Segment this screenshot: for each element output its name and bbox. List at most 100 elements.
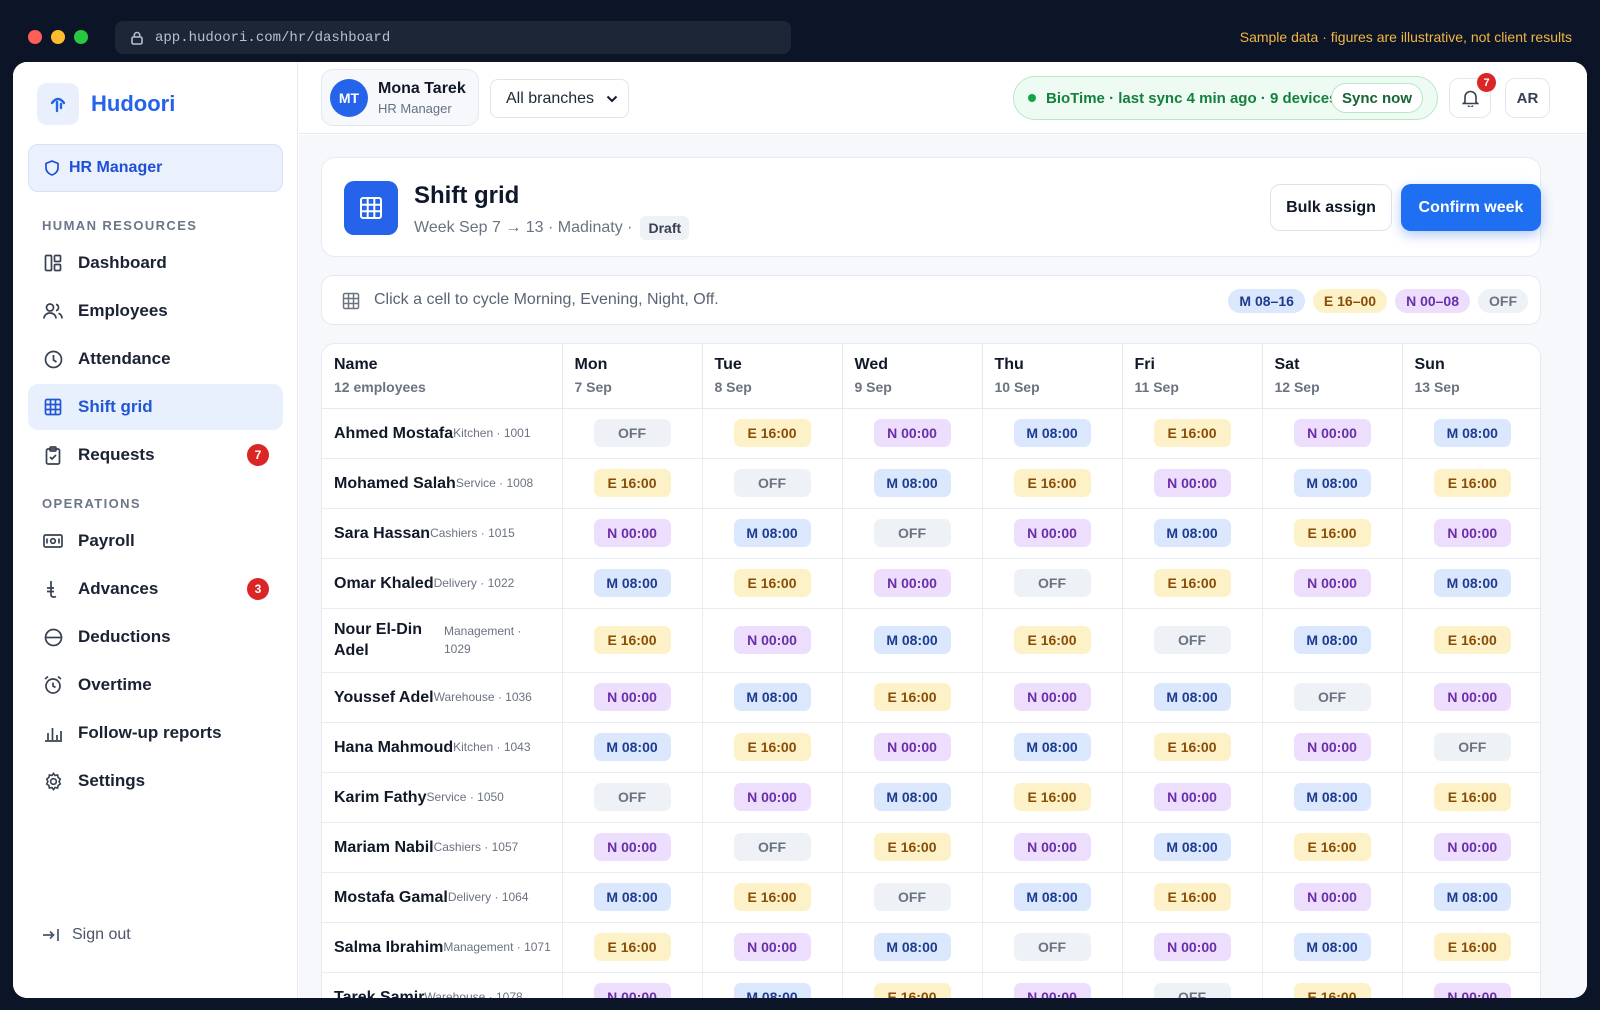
shift-toggle-wed[interactable]: E 16:00 <box>873 983 951 998</box>
shift-toggle-fri[interactable]: M 08:00 <box>1153 833 1231 861</box>
sidebar-item-requests[interactable]: Requests 7 <box>28 432 283 478</box>
shift-toggle-thu[interactable]: E 16:00 <box>1013 626 1091 654</box>
confirm-week-button[interactable]: Confirm week <box>1401 184 1541 231</box>
shift-toggle-sun[interactable]: M 08:00 <box>1433 569 1511 597</box>
sync-now-button[interactable]: Sync now <box>1330 83 1423 113</box>
minimize-window-button[interactable] <box>51 30 65 44</box>
shift-toggle-tue[interactable]: M 08:00 <box>733 519 811 547</box>
shift-toggle-wed[interactable]: N 00:00 <box>873 569 951 597</box>
shift-toggle-mon[interactable]: N 00:00 <box>593 519 671 547</box>
shift-toggle-mon[interactable]: M 08:00 <box>593 569 671 597</box>
shift-toggle-sun[interactable]: M 08:00 <box>1433 883 1511 911</box>
shift-toggle-sun[interactable]: E 16:00 <box>1433 783 1511 811</box>
sidebar-item-deductions[interactable]: Deductions <box>28 614 283 660</box>
shift-toggle-sat[interactable]: N 00:00 <box>1293 419 1371 447</box>
shift-toggle-sat[interactable]: N 00:00 <box>1293 733 1371 761</box>
shift-toggle-sat[interactable]: M 08:00 <box>1293 626 1371 654</box>
shift-toggle-wed[interactable]: OFF <box>873 519 951 547</box>
shift-toggle-fri[interactable]: M 08:00 <box>1153 519 1231 547</box>
shift-toggle-sun[interactable]: E 16:00 <box>1433 933 1511 961</box>
shift-toggle-sun[interactable]: M 08:00 <box>1433 419 1511 447</box>
shift-toggle-mon[interactable]: N 00:00 <box>593 983 671 998</box>
shift-toggle-wed[interactable]: OFF <box>873 883 951 911</box>
branch-select[interactable]: All branches <box>490 79 629 118</box>
sidebar-item-payroll[interactable]: Payroll <box>28 518 283 564</box>
shift-toggle-sun[interactable]: N 00:00 <box>1433 983 1511 998</box>
shift-toggle-fri[interactable]: N 00:00 <box>1153 933 1231 961</box>
shift-toggle-tue[interactable]: OFF <box>733 469 811 497</box>
shift-toggle-fri[interactable]: N 00:00 <box>1153 469 1231 497</box>
shift-toggle-wed[interactable]: M 08:00 <box>873 469 951 497</box>
shift-toggle-mon[interactable]: E 16:00 <box>593 933 671 961</box>
shift-toggle-sun[interactable]: N 00:00 <box>1433 519 1511 547</box>
shift-toggle-fri[interactable]: E 16:00 <box>1153 883 1231 911</box>
language-toggle[interactable]: AR <box>1505 78 1550 118</box>
shift-toggle-wed[interactable]: M 08:00 <box>873 783 951 811</box>
shift-toggle-thu[interactable]: N 00:00 <box>1013 683 1091 711</box>
shift-toggle-sat[interactable]: E 16:00 <box>1293 983 1371 998</box>
shift-toggle-mon[interactable]: M 08:00 <box>593 733 671 761</box>
shift-toggle-tue[interactable]: N 00:00 <box>733 933 811 961</box>
sidebar-item-shift-grid[interactable]: Shift grid <box>28 384 283 430</box>
shift-toggle-wed[interactable]: N 00:00 <box>873 419 951 447</box>
brand[interactable]: Hudoori <box>37 83 175 125</box>
shift-toggle-fri[interactable]: E 16:00 <box>1153 419 1231 447</box>
shift-toggle-sat[interactable]: M 08:00 <box>1293 783 1371 811</box>
shift-toggle-sun[interactable]: OFF <box>1433 733 1511 761</box>
shift-toggle-thu[interactable]: M 08:00 <box>1013 419 1091 447</box>
shift-toggle-tue[interactable]: M 08:00 <box>733 683 811 711</box>
shift-toggle-sun[interactable]: N 00:00 <box>1433 833 1511 861</box>
address-bar[interactable]: app.hudoori.com/hr/dashboard <box>115 21 791 54</box>
shift-toggle-fri[interactable]: N 00:00 <box>1153 783 1231 811</box>
shift-toggle-mon[interactable]: OFF <box>593 783 671 811</box>
bulk-assign-button[interactable]: Bulk assign <box>1270 184 1392 231</box>
shift-toggle-sun[interactable]: N 00:00 <box>1433 683 1511 711</box>
shift-toggle-tue[interactable]: E 16:00 <box>733 569 811 597</box>
shift-toggle-thu[interactable]: M 08:00 <box>1013 733 1091 761</box>
shift-toggle-thu[interactable]: N 00:00 <box>1013 983 1091 998</box>
shift-toggle-wed[interactable]: N 00:00 <box>873 733 951 761</box>
shift-toggle-thu[interactable]: M 08:00 <box>1013 883 1091 911</box>
shift-toggle-thu[interactable]: OFF <box>1013 569 1091 597</box>
shift-toggle-sat[interactable]: N 00:00 <box>1293 883 1371 911</box>
shift-toggle-mon[interactable]: E 16:00 <box>593 626 671 654</box>
close-window-button[interactable] <box>28 30 42 44</box>
sidebar-item-advances[interactable]: Advances 3 <box>28 566 283 612</box>
sidebar-item-employees[interactable]: Employees <box>28 288 283 334</box>
shift-toggle-mon[interactable]: E 16:00 <box>593 469 671 497</box>
sidebar-item-overtime[interactable]: Overtime <box>28 662 283 708</box>
shift-toggle-tue[interactable]: E 16:00 <box>733 733 811 761</box>
shift-toggle-mon[interactable]: M 08:00 <box>593 883 671 911</box>
shift-toggle-wed[interactable]: E 16:00 <box>873 833 951 861</box>
shift-toggle-sat[interactable]: N 00:00 <box>1293 569 1371 597</box>
shift-toggle-sat[interactable]: E 16:00 <box>1293 519 1371 547</box>
shift-toggle-thu[interactable]: N 00:00 <box>1013 833 1091 861</box>
shift-toggle-fri[interactable]: OFF <box>1153 626 1231 654</box>
shift-toggle-sun[interactable]: E 16:00 <box>1433 626 1511 654</box>
role-switcher[interactable]: HR Manager <box>28 144 283 192</box>
shift-toggle-thu[interactable]: N 00:00 <box>1013 519 1091 547</box>
shift-toggle-fri[interactable]: M 08:00 <box>1153 683 1231 711</box>
shift-toggle-sat[interactable]: M 08:00 <box>1293 933 1371 961</box>
user-menu[interactable]: MT Mona Tarek HR Manager <box>321 69 479 126</box>
maximize-window-button[interactable] <box>74 30 88 44</box>
shift-toggle-wed[interactable]: M 08:00 <box>873 626 951 654</box>
shift-toggle-tue[interactable]: M 08:00 <box>733 983 811 998</box>
shift-toggle-sat[interactable]: E 16:00 <box>1293 833 1371 861</box>
shift-toggle-tue[interactable]: E 16:00 <box>733 419 811 447</box>
sidebar-item-dashboard[interactable]: Dashboard <box>28 240 283 286</box>
shift-toggle-fri[interactable]: OFF <box>1153 983 1231 998</box>
shift-toggle-mon[interactable]: N 00:00 <box>593 683 671 711</box>
sign-out-button[interactable]: Sign out <box>42 926 131 944</box>
shift-toggle-tue[interactable]: N 00:00 <box>733 626 811 654</box>
shift-toggle-thu[interactable]: E 16:00 <box>1013 783 1091 811</box>
shift-toggle-fri[interactable]: E 16:00 <box>1153 569 1231 597</box>
shift-toggle-wed[interactable]: E 16:00 <box>873 683 951 711</box>
shift-toggle-sat[interactable]: M 08:00 <box>1293 469 1371 497</box>
shift-toggle-wed[interactable]: M 08:00 <box>873 933 951 961</box>
shift-toggle-thu[interactable]: E 16:00 <box>1013 469 1091 497</box>
shift-toggle-sat[interactable]: OFF <box>1293 683 1371 711</box>
shift-toggle-mon[interactable]: N 00:00 <box>593 833 671 861</box>
shift-toggle-fri[interactable]: E 16:00 <box>1153 733 1231 761</box>
notifications-button[interactable]: 7 <box>1449 73 1496 118</box>
